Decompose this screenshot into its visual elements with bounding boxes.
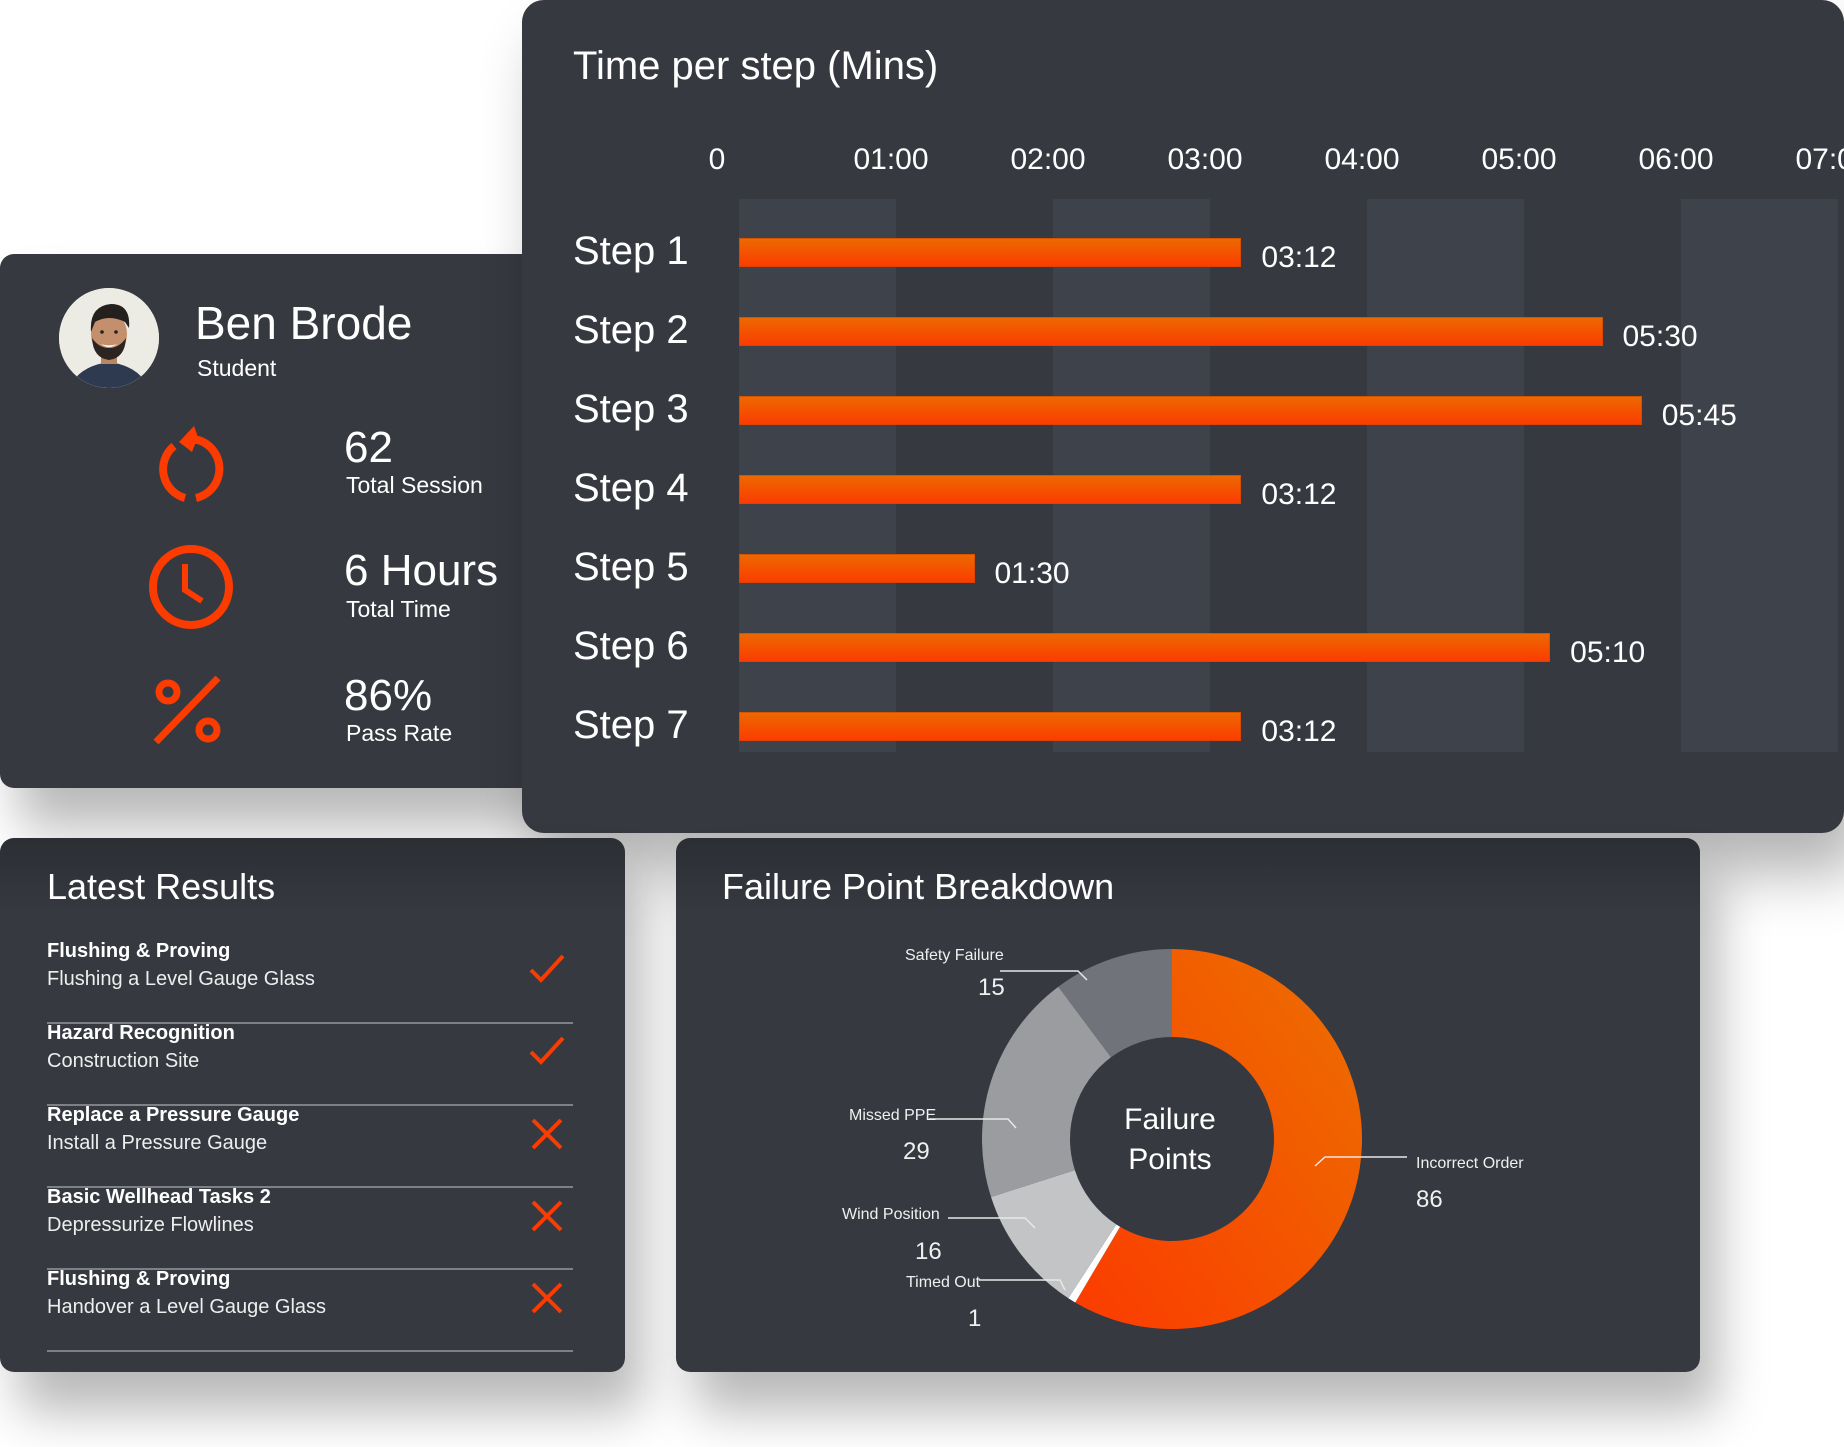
bar-value-label: 01:30: [994, 557, 1070, 590]
result-subtitle: Construction Site: [47, 1050, 200, 1072]
check-icon: [529, 1036, 565, 1065]
clock-icon: [149, 545, 233, 629]
stat-value-sessions: 62: [344, 423, 393, 472]
result-subtitle: Depressurize Flowlines: [47, 1214, 254, 1236]
slice-label: Wind Position: [842, 1206, 940, 1223]
bar[interactable]: [739, 633, 1551, 662]
step-label: Step 7: [573, 703, 689, 747]
result-item[interactable]: Basic Wellhead Tasks 2 Depressurize Flowl…: [47, 1186, 573, 1270]
stat-label-pass-rate: Pass Rate: [346, 720, 453, 746]
grid-band: [1367, 199, 1524, 752]
chart-title: Time per step (Mins): [573, 44, 939, 88]
center-label-line-1: Failure: [1124, 1103, 1216, 1136]
x-tick-label: 01:00: [853, 143, 929, 176]
cross-icon: [531, 1118, 563, 1150]
slice-label: Timed Out: [906, 1274, 981, 1291]
slice-value: 29: [903, 1138, 930, 1165]
step-label: Step 3: [573, 387, 689, 431]
user-name: Ben Brode: [195, 297, 413, 349]
result-subtitle: Install a Pressure Gauge: [47, 1132, 268, 1154]
result-item[interactable]: Flushing & Proving Handover a Level Gauge…: [47, 1268, 573, 1352]
result-item[interactable]: Replace a Pressure Gauge Install a Pressu…: [47, 1104, 573, 1188]
bar[interactable]: [739, 317, 1603, 346]
result-title: Flushing & Proving: [47, 1268, 231, 1290]
bar-value-label: 05:10: [1570, 636, 1646, 669]
slice-label: Missed PPE: [849, 1107, 937, 1124]
step-label: Step 1: [573, 229, 689, 273]
result-title: Basic Wellhead Tasks 2: [47, 1186, 271, 1208]
result-item[interactable]: Hazard Recognition Construction Site: [47, 1022, 573, 1106]
x-tick-label: 02:00: [1010, 143, 1086, 176]
bar-value-label: 03:12: [1261, 478, 1337, 511]
x-tick-label: 07:00: [1795, 143, 1844, 176]
result-subtitle: Handover a Level Gauge Glass: [47, 1296, 327, 1318]
slice-label: Incorrect Order: [1416, 1155, 1524, 1172]
result-title: Flushing & Proving: [47, 940, 231, 962]
slice-label: Safety Failure: [905, 947, 1004, 964]
bar-value-label: 03:12: [1261, 241, 1337, 274]
x-tick-label: 06:00: [1638, 143, 1714, 176]
cross-icon: [531, 1200, 563, 1232]
bar[interactable]: [739, 475, 1242, 504]
stat-label-time: Total Time: [346, 596, 451, 622]
stat-value-time: 6 Hours: [344, 546, 499, 595]
latest-results-title: Latest Results: [47, 866, 276, 907]
x-tick-label: 04:00: [1324, 143, 1400, 176]
slice-value: 15: [978, 974, 1005, 1001]
user-role: Student: [197, 355, 277, 381]
result-subtitle: Flushing a Level Gauge Glass: [47, 968, 315, 990]
x-tick-label: 0: [708, 143, 726, 176]
center-label-line-2: Points: [1128, 1143, 1212, 1176]
slice-value: 16: [915, 1238, 942, 1265]
bar[interactable]: [739, 712, 1242, 741]
percent-icon: [153, 676, 221, 745]
donut-center-label: Failure Points: [1100, 1100, 1240, 1180]
step-label: Step 5: [573, 545, 689, 589]
bar-value-label: 05:45: [1661, 399, 1737, 432]
grid-band: [1681, 199, 1838, 752]
stat-label-sessions: Total Session: [346, 472, 483, 498]
step-label: Step 4: [573, 466, 689, 510]
x-tick-label: 03:00: [1167, 143, 1243, 176]
bar-value-label: 03:12: [1261, 715, 1337, 748]
x-tick-label: 05:00: [1481, 143, 1557, 176]
slice-value: 86: [1416, 1186, 1443, 1213]
stat-value-pass-rate: 86%: [344, 671, 433, 720]
step-label: Step 2: [573, 308, 689, 352]
bar[interactable]: [739, 554, 975, 583]
bar[interactable]: [739, 238, 1242, 267]
result-title: Replace a Pressure Gauge: [47, 1104, 300, 1126]
avatar: [59, 288, 159, 388]
result-item[interactable]: Flushing & Proving Flushing a Level Gauge…: [47, 940, 573, 1024]
slice-value: 1: [968, 1305, 982, 1332]
refresh-icon: [159, 426, 224, 502]
cross-icon: [531, 1282, 563, 1314]
step-label: Step 6: [573, 624, 689, 668]
result-title: Hazard Recognition: [47, 1022, 235, 1044]
check-icon: [529, 954, 565, 983]
bar[interactable]: [739, 396, 1642, 425]
bar-value-label: 05:30: [1622, 320, 1698, 353]
